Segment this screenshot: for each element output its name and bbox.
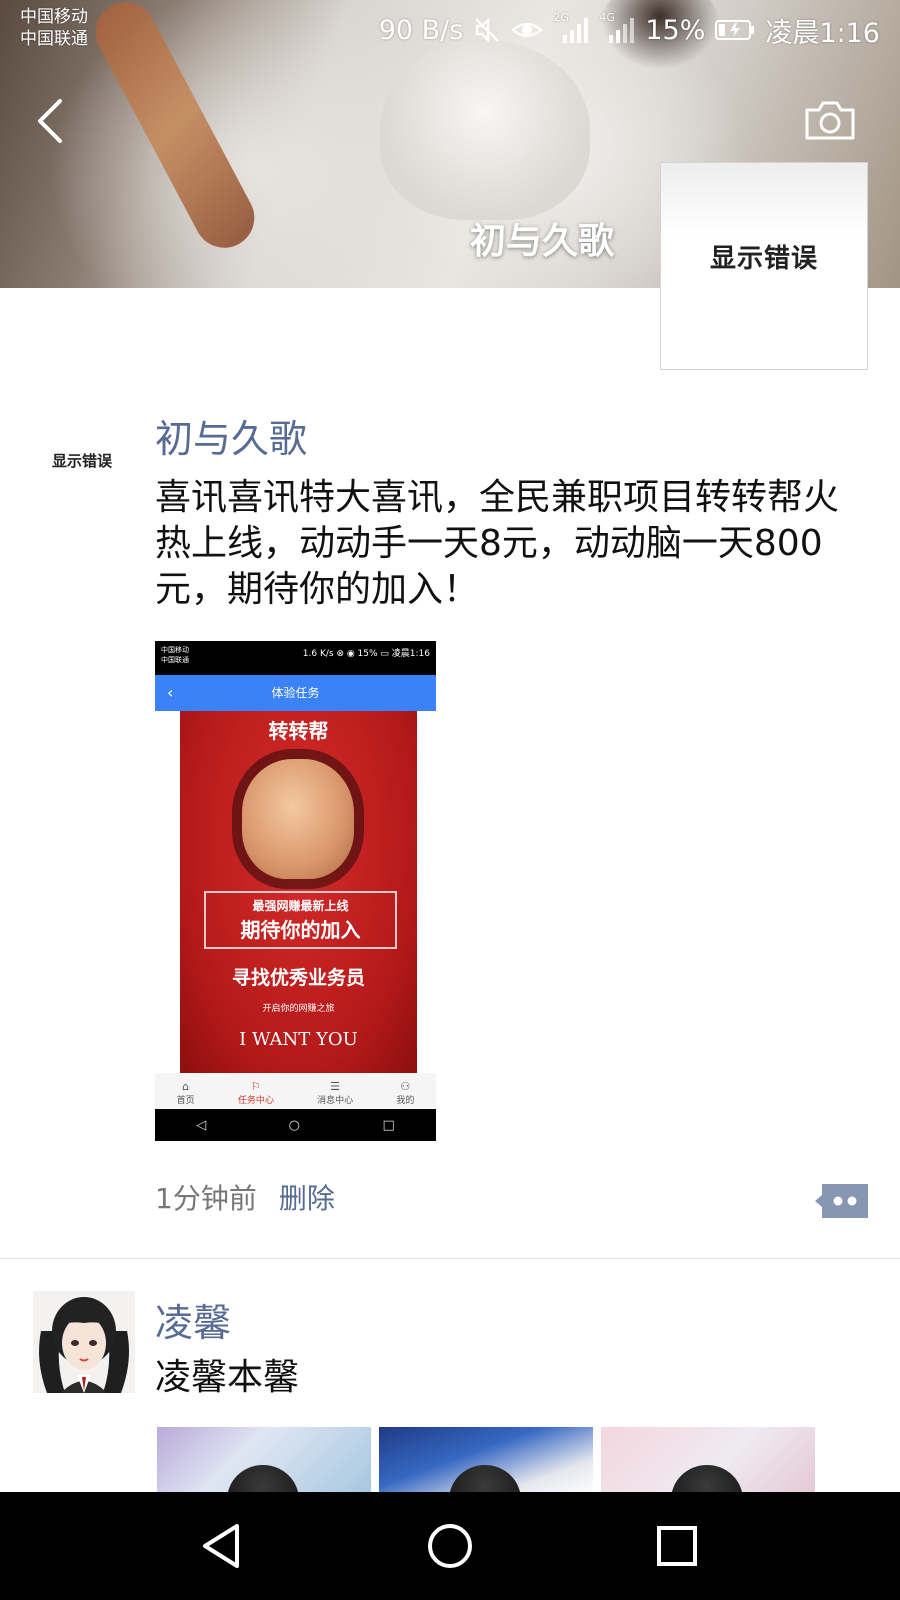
image-tab-home-label: 首页 xyxy=(176,1096,195,1106)
image-flag-icon: ⚐ xyxy=(250,1080,261,1093)
camera-button[interactable] xyxy=(804,98,856,142)
poster-box-line2: 期待你的加入 xyxy=(240,918,361,942)
image-status-bar: 中国移动 中国联通 1.6 K/s ⊗ ◉ 15% ▭ 凌晨1:16 xyxy=(155,641,436,675)
image-poster: 转转帮 最强网赚最新上线 期待你的加入 寻找优秀业务员 开启你的网赚之旅 I W… xyxy=(155,711,436,1073)
status-carriers: 中国移动 中国联通 xyxy=(20,6,88,50)
signal-2g-label: 2G xyxy=(553,11,569,24)
nav-home-icon xyxy=(427,1524,472,1568)
nav-back-button[interactable] xyxy=(193,1516,253,1576)
image-header-title: 体验任务 xyxy=(271,686,320,700)
image-person-icon: ⚇ xyxy=(400,1080,411,1093)
signal-4g: 4G xyxy=(599,11,635,45)
mute-icon xyxy=(475,17,500,43)
comment-button[interactable] xyxy=(814,1182,870,1220)
poster-card: 转转帮 最强网赚最新上线 期待你的加入 寻找优秀业务员 开启你的网赚之旅 I W… xyxy=(177,711,420,1073)
nav-back-icon xyxy=(203,1524,240,1568)
network-speed: 90 B/s xyxy=(378,14,464,46)
nav-recent-icon xyxy=(656,1526,697,1566)
battery-percent: 15% xyxy=(645,14,706,46)
signal-2g: 2G xyxy=(553,11,589,45)
system-nav-bar xyxy=(0,1492,900,1600)
poster-box-line1: 最强网赚最新上线 xyxy=(252,899,349,913)
status-indicators: 90 B/s 2G 4G 15% 凌晨1:16 xyxy=(378,11,880,49)
profile-avatar[interactable]: 显示错误 xyxy=(660,162,868,370)
signal-4g-label: 4G xyxy=(599,11,615,24)
image-tab-messages-label: 消息中心 xyxy=(317,1096,354,1106)
image-tab-mine-label: 我的 xyxy=(396,1096,415,1106)
camera-icon xyxy=(805,101,855,140)
avatar-illustration xyxy=(33,1291,135,1393)
post-thumbnail[interactable] xyxy=(157,1427,371,1497)
profile-avatar-error-text: 显示错误 xyxy=(709,244,818,274)
nav-recent-button[interactable] xyxy=(647,1516,707,1576)
post-username[interactable]: 初与久歌 xyxy=(155,416,307,462)
poster-seek: 寻找优秀业务员 xyxy=(231,967,365,989)
post-text: 凌馨本馨 xyxy=(155,1357,300,1398)
image-tab-tasks: ⚐ 任务中心 xyxy=(238,1080,274,1109)
pointing-fist-icon xyxy=(242,759,354,879)
image-header: ‹ 体验任务 xyxy=(155,675,436,711)
cover-collar-shape xyxy=(380,40,590,220)
back-button[interactable] xyxy=(30,95,70,147)
post-avatar[interactable]: 显示错误 xyxy=(52,450,112,471)
eye-icon xyxy=(511,22,544,38)
carrier-2: 中国联通 xyxy=(20,29,88,49)
post-text: 喜讯喜讯特大喜讯，全民兼职项目转转帮火热上线，动动手一天8元，动动脑一天800元… xyxy=(155,477,840,610)
status-time: 凌晨1:16 xyxy=(765,17,880,49)
image-home-icon: ⌂ xyxy=(182,1080,190,1093)
post-username[interactable]: 凌馨 xyxy=(155,1300,231,1346)
cover-username: 初与久歌 xyxy=(470,221,615,262)
image-tabbar: ⌂ 首页 ⚐ 任务中心 ☰ 消息中心 ⚇ 我的 xyxy=(155,1073,436,1109)
image-status-carriers: 中国移动 中国联通 xyxy=(161,646,189,664)
image-nav-recent-icon: □ xyxy=(382,1117,395,1133)
post-thumbnail[interactable] xyxy=(601,1427,815,1497)
cover-braid-shape xyxy=(85,0,265,259)
post-avatar[interactable] xyxy=(33,1291,135,1393)
image-back-icon: ‹ xyxy=(167,683,174,702)
image-status-right: 1.6 K/s ⊗ ◉ 15% ▭ 凌晨1:16 xyxy=(302,649,430,659)
image-list-icon: ☰ xyxy=(330,1080,341,1093)
comment-icon xyxy=(815,1184,868,1218)
post-thumbnail[interactable] xyxy=(379,1427,593,1497)
carrier-1: 中国移动 xyxy=(20,7,88,27)
poster-want: I WANT YOU xyxy=(239,1029,358,1050)
poster-box: 最强网赚最新上线 期待你的加入 xyxy=(204,891,397,949)
post-image-grid xyxy=(157,1427,815,1497)
image-tab-tasks-label: 任务中心 xyxy=(237,1096,274,1106)
image-system-nav: ◁ ○ □ xyxy=(155,1109,436,1141)
post-divider xyxy=(0,1258,900,1259)
image-tab-home: ⌂ 首页 xyxy=(177,1080,195,1109)
post-meta: 1分钟前 删除 xyxy=(155,1177,335,1217)
battery-icon xyxy=(715,20,755,40)
post-image[interactable]: 中国移动 中国联通 1.6 K/s ⊗ ◉ 15% ▭ 凌晨1:16 ‹ 体验任… xyxy=(155,641,436,1141)
image-tab-mine: ⚇ 我的 xyxy=(396,1080,414,1109)
post-time: 1分钟前 xyxy=(155,1182,257,1215)
nav-home-button[interactable] xyxy=(420,1516,480,1576)
image-nav-home-icon: ○ xyxy=(288,1117,301,1133)
poster-seek-sub: 开启你的网赚之旅 xyxy=(262,1004,335,1014)
image-nav-back-icon: ◁ xyxy=(196,1117,207,1133)
delete-button[interactable]: 删除 xyxy=(279,1177,335,1217)
poster-title: 转转帮 xyxy=(268,719,329,743)
image-tab-messages: ☰ 消息中心 xyxy=(317,1080,353,1109)
back-icon xyxy=(38,99,62,143)
